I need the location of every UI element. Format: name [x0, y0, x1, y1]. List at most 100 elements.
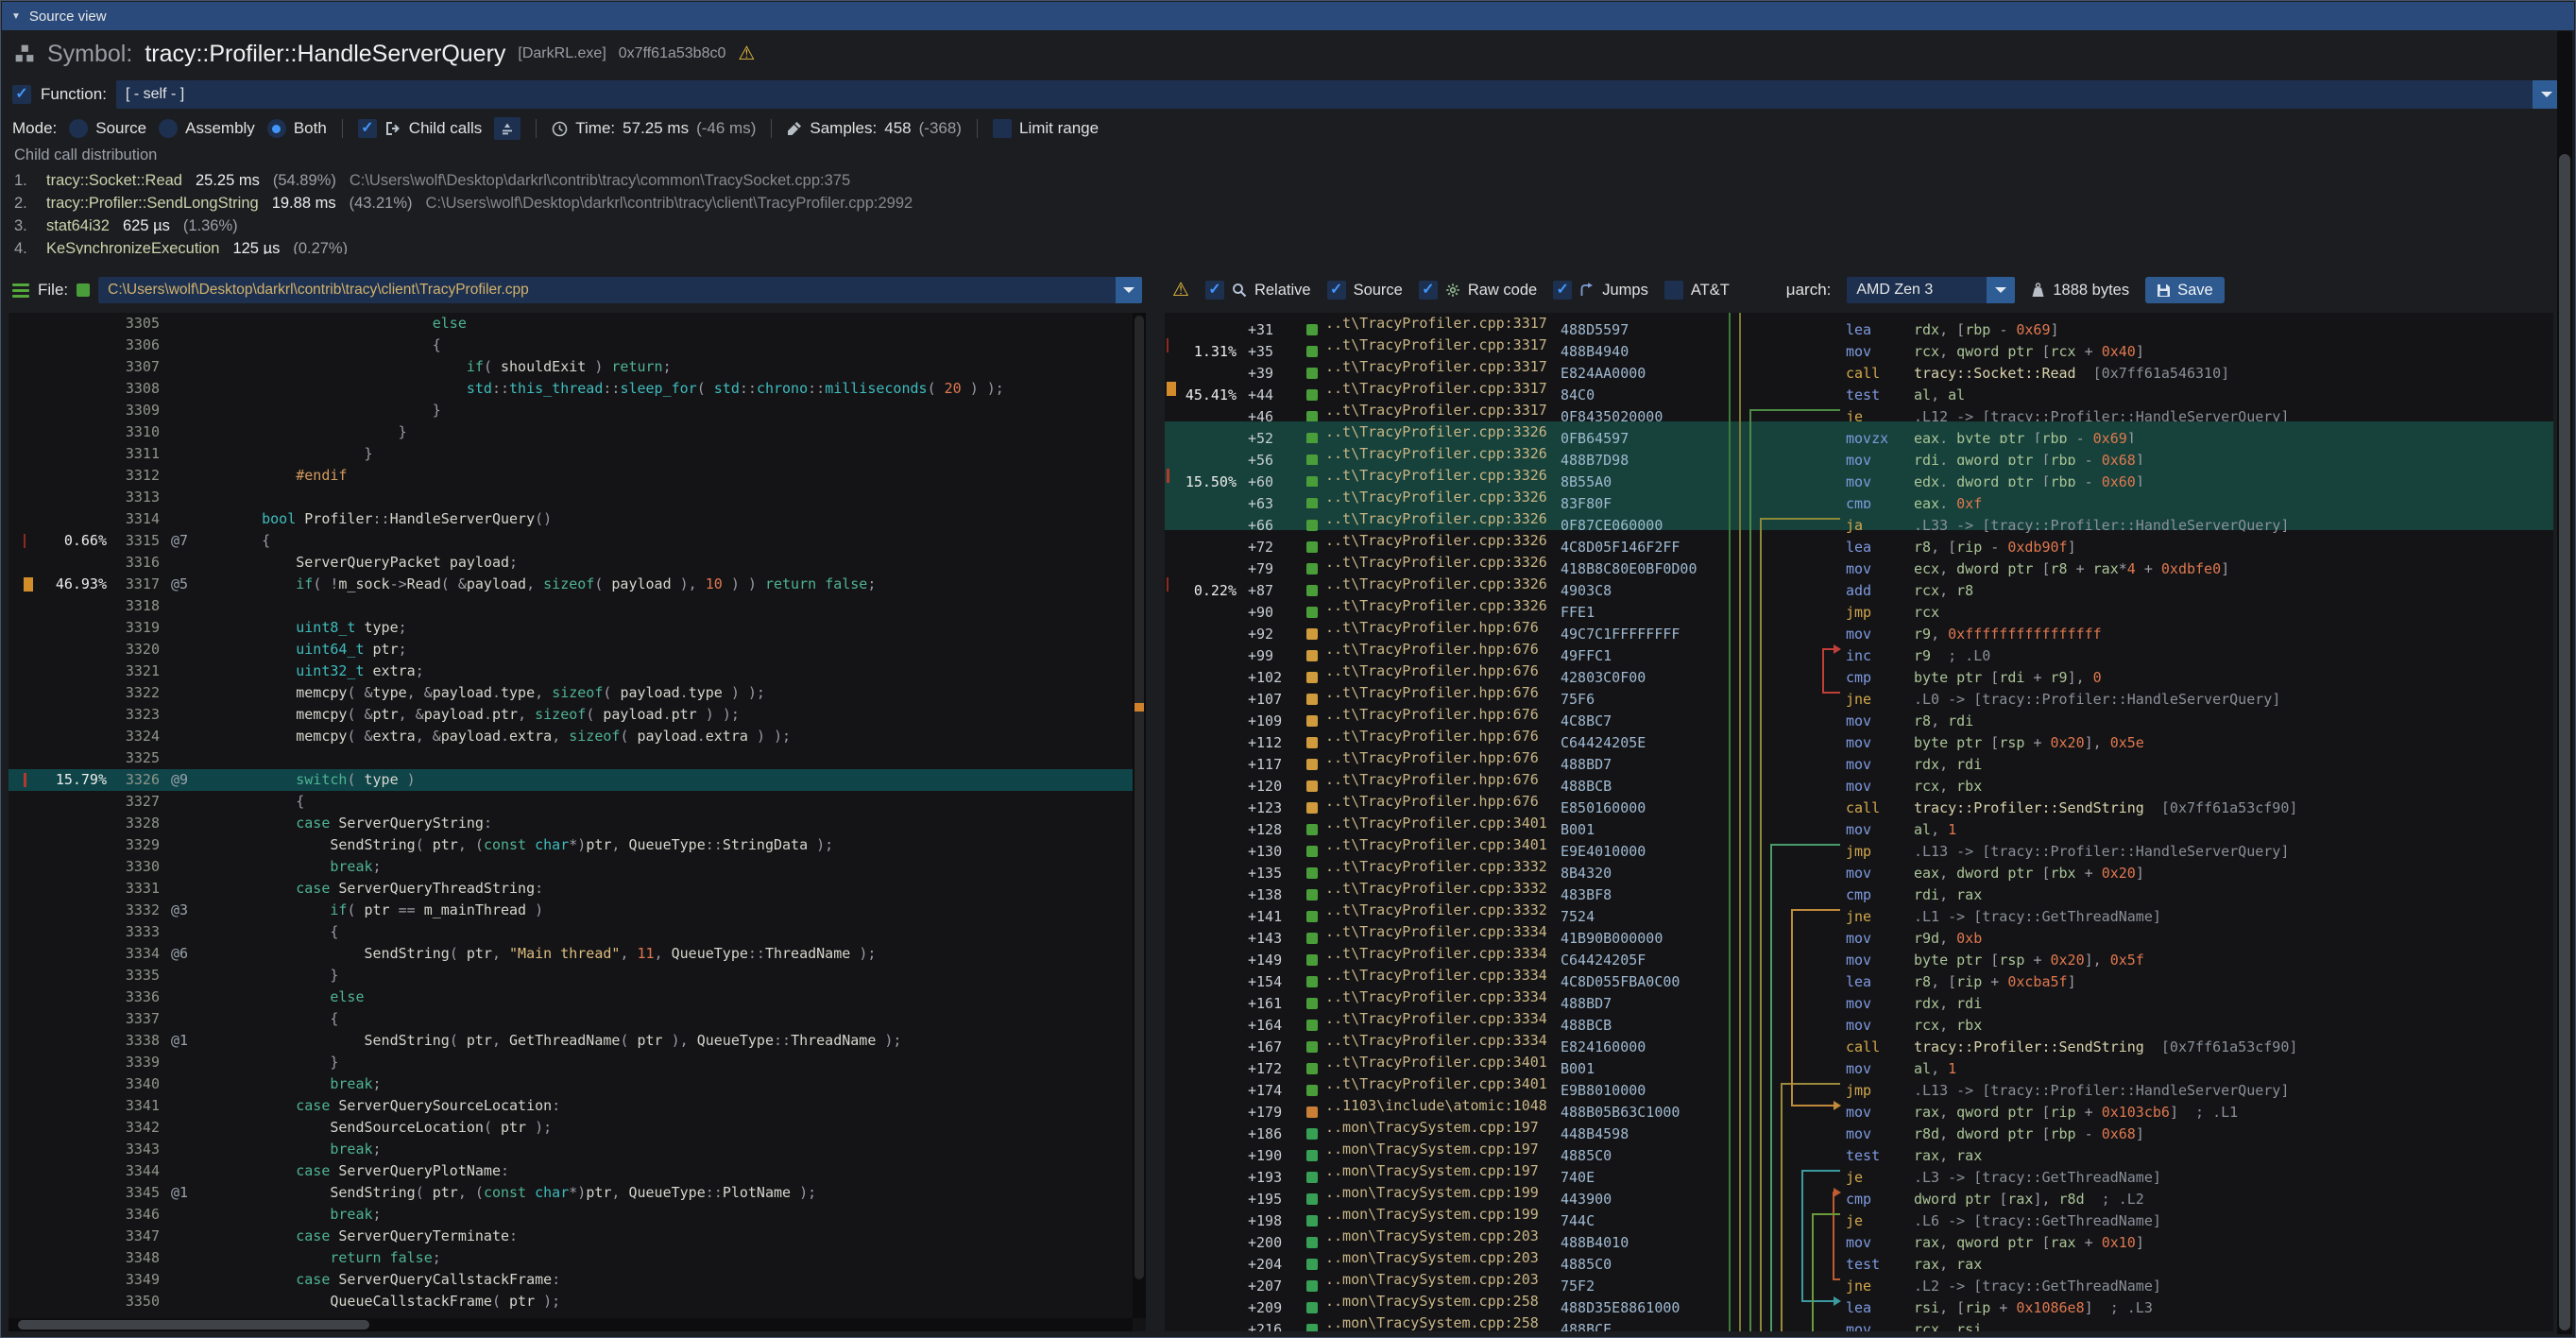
asm-row[interactable]: +193..mon\TracySystem.cpp:197740Eje.L3 -…: [1165, 1160, 2553, 1182]
source-line[interactable]: 3341 case ServerQuerySourceLocation:: [9, 1095, 1146, 1117]
source-line[interactable]: 3306 {: [9, 334, 1146, 356]
asm-row[interactable]: +31..t\TracyProfiler.cpp:3317488D5597lea…: [1165, 313, 2553, 334]
source-pane[interactable]: 3305 else3306 {3307 if( shouldExit ) ret…: [9, 313, 1146, 1331]
source-line[interactable]: 3340 break;: [9, 1073, 1146, 1095]
file-combo[interactable]: C:\Users\wolf\Desktop\darkrl\contrib\tra…: [98, 277, 1142, 303]
asm-row[interactable]: +117..t\TracyProfiler.hpp:676488BD7movrd…: [1165, 747, 2553, 769]
source-line[interactable]: 3347 case ServerQueryTerminate:: [9, 1226, 1146, 1247]
asm-row[interactable]: +66..t\TracyProfiler.cpp:33260F87CE06000…: [1165, 508, 2553, 530]
asm-row[interactable]: +207..mon\TracySystem.cpp:20375F2jne.L2 …: [1165, 1269, 2553, 1291]
source-line[interactable]: 3320 uint64_t ptr;: [9, 639, 1146, 660]
source-line[interactable]: 0.66%3315@7 {: [9, 530, 1146, 552]
source-line[interactable]: 3348 return false;: [9, 1247, 1146, 1269]
source-line[interactable]: 3330 break;: [9, 856, 1146, 878]
file-combo-arrow-icon[interactable]: [1116, 277, 1142, 303]
window-titlebar[interactable]: ▼ Source view: [2, 2, 2574, 30]
main-vertical-scrollbar[interactable]: [2557, 31, 2572, 1334]
source-line[interactable]: 3318: [9, 595, 1146, 617]
source-line[interactable]: 3334@6 SendString( ptr, "Main thread", 1…: [9, 943, 1146, 965]
scrollbar-thumb[interactable]: [18, 1320, 369, 1329]
asm-row[interactable]: +52..t\TracyProfiler.cpp:33260FB64597mov…: [1165, 421, 2553, 443]
source-line[interactable]: 3323 memcpy( &ptr, &payload.ptr, sizeof(…: [9, 704, 1146, 726]
asm-row[interactable]: +167..t\TracyProfiler.cpp:3334E824160000…: [1165, 1030, 2553, 1052]
asm-row[interactable]: +72..t\TracyProfiler.cpp:33264C8D05F146F…: [1165, 530, 2553, 552]
asm-row[interactable]: +138..t\TracyProfiler.cpp:3332483BF8cmpr…: [1165, 878, 2553, 900]
asm-row[interactable]: +130..t\TracyProfiler.cpp:3401E9E4010000…: [1165, 834, 2553, 856]
uarch-combo[interactable]: AMD Zen 3: [1847, 277, 2015, 303]
function-combo[interactable]: [ - self - ]: [116, 80, 2561, 109]
att-toggle[interactable]: ✓ AT&T: [1664, 281, 1730, 300]
source-line[interactable]: 3331 case ServerQueryThreadString:: [9, 878, 1146, 900]
asm-row[interactable]: +141..t\TracyProfiler.cpp:33327524jne.L1…: [1165, 900, 2553, 921]
jumps-label[interactable]: Jumps: [1602, 282, 1648, 300]
source-line[interactable]: 3307 if( shouldExit ) return;: [9, 356, 1146, 378]
file-list-icon[interactable]: [12, 283, 29, 298]
asm-row[interactable]: +204..mon\TracySystem.cpp:2034885C0testr…: [1165, 1247, 2553, 1269]
asm-row[interactable]: +174..t\TracyProfiler.cpp:3401E9B8010000…: [1165, 1073, 2553, 1095]
rawcode-checkbox[interactable]: ✓: [1419, 281, 1438, 300]
save-button[interactable]: Save: [2145, 277, 2225, 303]
source-line[interactable]: 3325: [9, 747, 1146, 769]
asm-row[interactable]: +143..t\TracyProfiler.cpp:333441B90B0000…: [1165, 921, 2553, 943]
asm-row[interactable]: +46..t\TracyProfiler.cpp:33170F843502000…: [1165, 400, 2553, 421]
source-line[interactable]: 3344 case ServerQueryPlotName:: [9, 1160, 1146, 1182]
source-line[interactable]: 3329 SendString( ptr, (const char*)ptr, …: [9, 834, 1146, 856]
jumps-checkbox[interactable]: ✓: [1553, 281, 1572, 300]
asm-row[interactable]: +123..t\TracyProfiler.hpp:676E850160000c…: [1165, 791, 2553, 813]
asm-row[interactable]: 0.22%+87..t\TracyProfiler.cpp:33264903C8…: [1165, 574, 2553, 595]
source-line[interactable]: 3309 }: [9, 400, 1146, 421]
asm-row[interactable]: +161..t\TracyProfiler.cpp:3334488BD7movr…: [1165, 986, 2553, 1008]
asm-row[interactable]: +120..t\TracyProfiler.hpp:676488BCBmovrc…: [1165, 769, 2553, 791]
asm-row[interactable]: +164..t\TracyProfiler.cpp:3334488BCBmovr…: [1165, 1008, 2553, 1030]
asm-row[interactable]: +107..t\TracyProfiler.hpp:67675F6jne.L0 …: [1165, 682, 2553, 704]
source-line[interactable]: 3312 #endif: [9, 465, 1146, 487]
source-line[interactable]: 3343 break;: [9, 1139, 1146, 1160]
asm-row[interactable]: +128..t\TracyProfiler.cpp:3401B001moval,…: [1165, 813, 2553, 834]
source-line[interactable]: 3308 std::this_thread::sleep_for( std::c…: [9, 378, 1146, 400]
rawcode-toggle[interactable]: ✓ Raw code: [1419, 281, 1537, 300]
uarch-combo-arrow-icon[interactable]: [1987, 277, 2015, 303]
asm-row[interactable]: +39..t\TracyProfiler.cpp:3317E824AA0000c…: [1165, 356, 2553, 378]
source-line[interactable]: 3328 case ServerQueryString:: [9, 813, 1146, 834]
source-line[interactable]: 3311 }: [9, 443, 1146, 465]
scrollbar-thumb[interactable]: [1134, 316, 1144, 1279]
source-line[interactable]: 3338@1 SendString( ptr, GetThreadName( p…: [9, 1030, 1146, 1052]
collapse-arrow-icon[interactable]: ▼: [11, 11, 21, 22]
propagate-samples-button[interactable]: [494, 117, 520, 140]
relative-label[interactable]: Relative: [1254, 282, 1311, 300]
radio-both[interactable]: Both: [267, 119, 327, 138]
asm-row[interactable]: +92..t\TracyProfiler.hpp:67649C7C1FFFFFF…: [1165, 617, 2553, 639]
source-line[interactable]: 3310 }: [9, 421, 1146, 443]
source-line[interactable]: 3346 break;: [9, 1204, 1146, 1226]
source-line[interactable]: 3313: [9, 487, 1146, 508]
radio-both-label[interactable]: Both: [294, 119, 327, 138]
asm-row[interactable]: +216..mon\TracySystem.cpp:258488BCEmovrc…: [1165, 1312, 2553, 1331]
source-line[interactable]: 3350 QueueCallstackFrame( ptr );: [9, 1291, 1146, 1312]
child-call-entry[interactable]: 4.KeSynchronizeExecution125 µs(0.27%): [14, 237, 2537, 254]
asm-row[interactable]: +209..mon\TracySystem.cpp:258488D35E8861…: [1165, 1291, 2553, 1312]
source-line[interactable]: 3332@3 if( ptr == m_mainThread ): [9, 900, 1146, 921]
asm-row[interactable]: +154..t\TracyProfiler.cpp:33344C8D055FBA…: [1165, 965, 2553, 986]
source-label[interactable]: Source: [1354, 282, 1403, 300]
asm-row[interactable]: 45.41%+44..t\TracyProfiler.cpp:331784C0t…: [1165, 378, 2553, 400]
function-checkbox[interactable]: ✓: [12, 85, 31, 104]
asm-row[interactable]: +186..mon\TracySystem.cpp:197448B4598mov…: [1165, 1117, 2553, 1139]
asm-row[interactable]: 15.50%+60..t\TracyProfiler.cpp:33268B55A…: [1165, 465, 2553, 487]
asm-row[interactable]: +79..t\TracyProfiler.cpp:3326418B8C80E0B…: [1165, 552, 2553, 574]
source-vertical-scrollbar[interactable]: [1133, 313, 1146, 1318]
source-line[interactable]: 3345@1 SendString( ptr, (const char*)ptr…: [9, 1182, 1146, 1204]
relative-checkbox[interactable]: ✓: [1205, 281, 1224, 300]
scrollbar-thumb[interactable]: [2559, 154, 2570, 1330]
asm-row[interactable]: 1.31%+35..t\TracyProfiler.cpp:3317488B49…: [1165, 334, 2553, 356]
relative-toggle[interactable]: ✓ Relative: [1205, 281, 1311, 300]
source-line[interactable]: 3322 memcpy( &type, &payload.type, sizeo…: [9, 682, 1146, 704]
asm-row[interactable]: +172..t\TracyProfiler.cpp:3401B001moval,…: [1165, 1052, 2553, 1073]
child-calls-label[interactable]: Child calls: [409, 119, 482, 138]
asm-row[interactable]: +179..1103\include\atomic:1048488B05B63C…: [1165, 1095, 2553, 1117]
radio-source-circle[interactable]: [69, 119, 88, 138]
asm-row[interactable]: +90..t\TracyProfiler.cpp:3326FFE1jmprcx: [1165, 595, 2553, 617]
source-line[interactable]: 15.79%3326@9 switch( type ): [9, 769, 1146, 791]
source-toggle[interactable]: ✓ Source: [1327, 281, 1403, 300]
radio-source[interactable]: Source: [69, 119, 146, 138]
limit-range-toggle[interactable]: ✓ Limit range: [993, 119, 1099, 138]
